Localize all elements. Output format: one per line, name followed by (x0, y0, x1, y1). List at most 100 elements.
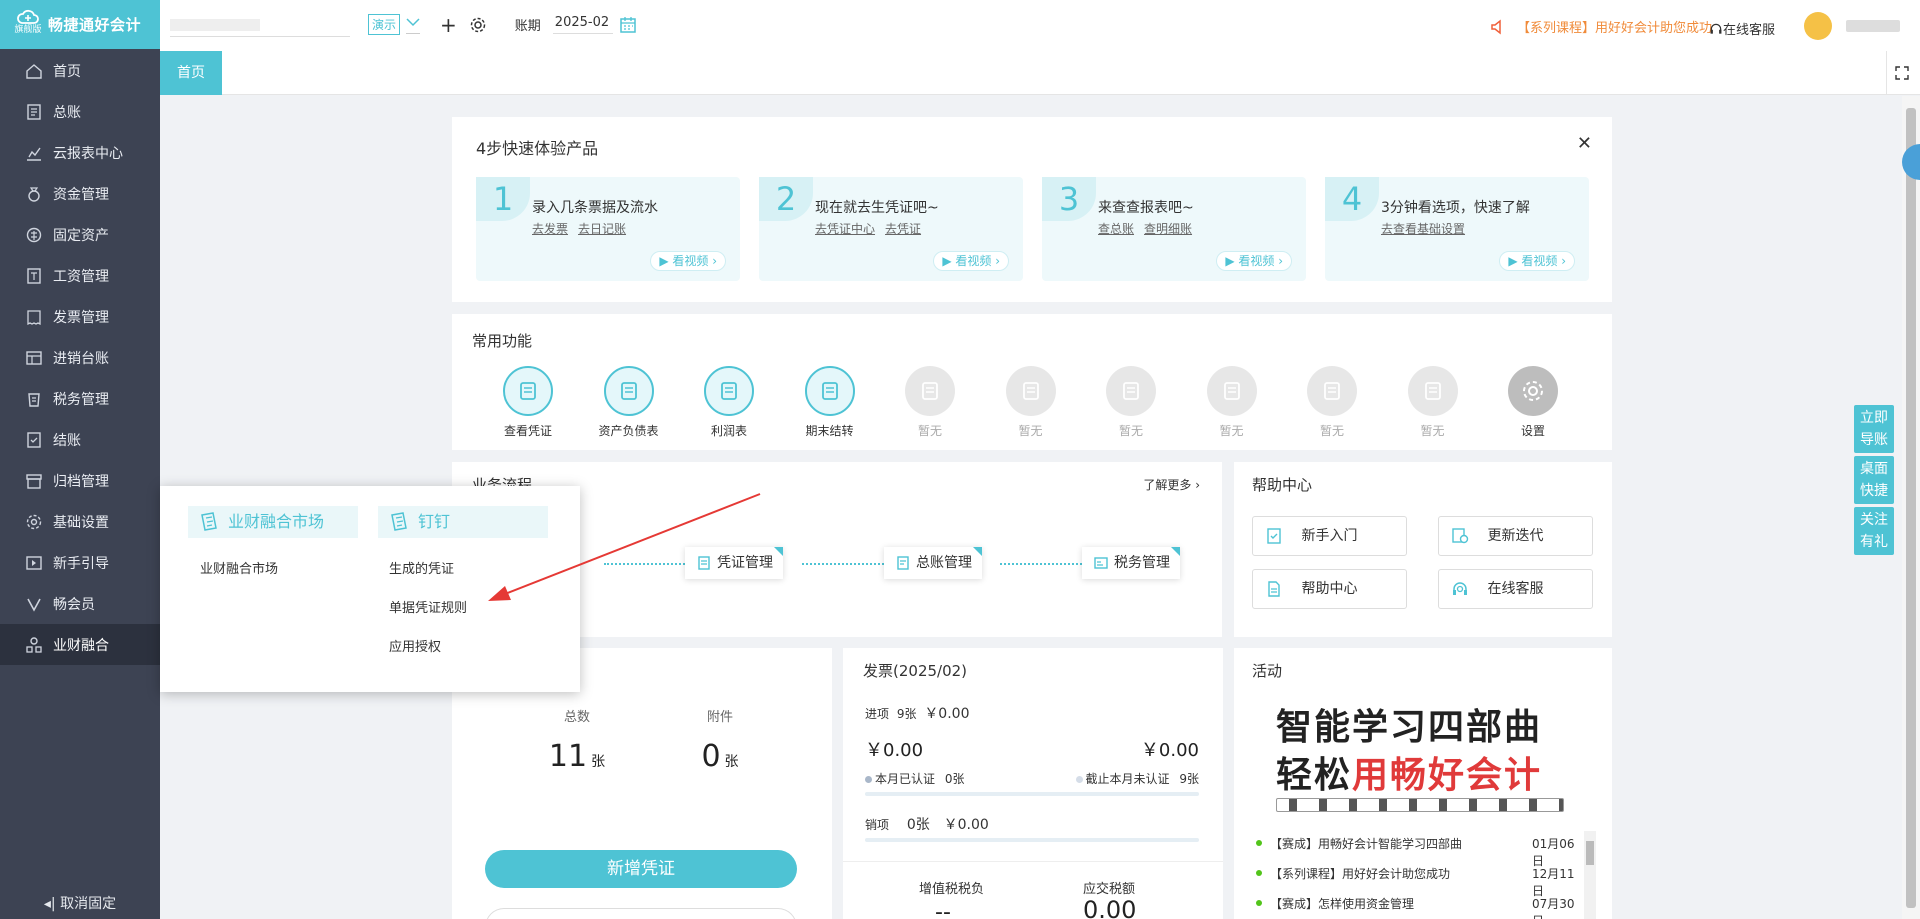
gear-icon[interactable] (469, 16, 487, 34)
new-voucher-button[interactable]: 新增凭证 (485, 850, 797, 888)
watch-video-button[interactable]: ▶ 看视频 › (933, 251, 1009, 271)
sidebar-item[interactable]: 结账 (0, 419, 160, 460)
attachments-value[interactable]: 0 (701, 739, 720, 774)
popup-item-voucher-rules[interactable]: 单据凭证规则 (389, 597, 467, 616)
step-link[interactable]: 查总账 (1098, 222, 1134, 236)
input-invoice-row[interactable]: 进项 9张 ￥0.00 (865, 703, 969, 723)
learn-more-link[interactable]: 了解更多 › (1143, 476, 1200, 493)
updates-button[interactable]: 更新迭代 (1438, 516, 1593, 556)
notice-text[interactable]: 【系列课程】用好好会计助您成功 (1517, 17, 1712, 36)
sidebar-item[interactable]: 进销台账 (0, 337, 160, 378)
activity-banner[interactable]: 智能学习四部曲 轻松用畅好会计 (1266, 694, 1566, 812)
popup-item-market[interactable]: 业财融合市场 (200, 558, 278, 577)
sidebar-item[interactable]: 总账 (0, 91, 160, 132)
common-functions-title: 常用功能 (472, 332, 533, 350)
logo[interactable]: 旗舰版 畅捷通好会计 (0, 0, 160, 49)
step-link[interactable]: 去日记账 (578, 222, 626, 236)
activity-title: 活动 (1252, 662, 1283, 680)
demo-badge[interactable]: 演示 (368, 14, 401, 35)
sidebar-item[interactable]: 资金管理 (0, 173, 160, 214)
learn-more-label: 了解更多 (1143, 478, 1192, 492)
notice-bar[interactable]: 【系列课程】用好好会计助您成功 (1489, 17, 1712, 36)
sidebar-item[interactable]: 归档管理 (0, 460, 160, 501)
period-label: 账期 (514, 19, 541, 34)
integration-icon (25, 636, 43, 654)
process-node-ledger[interactable]: 总账管理 (884, 547, 982, 579)
process-node-tax[interactable]: 税务管理 (1082, 547, 1180, 579)
online-service-button[interactable]: 在线客服 (1709, 19, 1775, 38)
sidebar-item[interactable]: 云报表中心 (0, 132, 160, 173)
fullscreen-icon[interactable] (1886, 51, 1916, 95)
uncertified-amount: ￥0.00 (1140, 740, 1199, 761)
clipboard-check-icon (1265, 527, 1283, 545)
calendar-icon[interactable] (619, 16, 637, 34)
sidebar-item[interactable]: 新手引导 (0, 542, 160, 583)
sidebar-item[interactable]: 工资管理 (0, 255, 160, 296)
function-shortcut[interactable]: 暂无 (1282, 366, 1382, 439)
floating-button[interactable]: 关注有礼 (1854, 507, 1894, 555)
watch-video-button[interactable]: ▶ 看视频 › (1499, 251, 1575, 271)
quick-start-card: 4步快速体验产品 ✕ 1 录入几条票据及流水 去发票 去日记账 ▶ 看视频 › 2 现在就去… (452, 117, 1612, 302)
tab-home[interactable]: 首页 (160, 51, 222, 95)
sidebar-item[interactable]: 首页 (0, 50, 160, 91)
activity-scrollbar[interactable] (1584, 831, 1596, 919)
watch-video-button[interactable]: ▶ 看视频 › (650, 251, 726, 271)
function-shortcut[interactable]: 暂无 (1383, 366, 1483, 439)
beginner-button[interactable]: 新手入门 (1252, 516, 1407, 556)
sidebar-item[interactable]: 固定资产 (0, 214, 160, 255)
sidebar-item-label: 畅会员 (53, 596, 95, 613)
popup-item-app-auth[interactable]: 应用授权 (389, 636, 441, 655)
sidebar-item[interactable]: 税务管理 (0, 378, 160, 419)
step-link[interactable]: 去查看基础设置 (1381, 222, 1465, 236)
app-name: 畅捷通好会计 (48, 16, 142, 34)
unpin-button[interactable]: ◂| 取消固定 (0, 893, 160, 913)
add-icon[interactable]: + (440, 13, 457, 37)
function-shortcut[interactable]: 设置 (1483, 366, 1583, 439)
function-shortcut[interactable]: 资产负债表 (579, 366, 679, 439)
period-input[interactable]: 2025-02 (552, 15, 614, 34)
banner-line-2a: 轻松 (1276, 754, 1353, 796)
activity-item[interactable]: 【赛成】用畅好会计智能学习四部曲 01月06日 (1256, 835, 1586, 869)
function-shortcut[interactable]: 暂无 (880, 366, 980, 439)
step-link[interactable]: 去凭证 (885, 222, 921, 236)
popup-item-generated-voucher[interactable]: 生成的凭证 (389, 558, 454, 577)
avatar[interactable] (1804, 12, 1832, 40)
watch-video-button[interactable]: ▶ 看视频 › (1216, 251, 1292, 271)
online-service-help-button[interactable]: 在线客服 (1438, 569, 1593, 609)
function-shortcut[interactable]: 暂无 (1081, 366, 1181, 439)
function-shortcut[interactable]: 暂无 (981, 366, 1081, 439)
function-icon (804, 366, 855, 416)
function-shortcut[interactable]: 利润表 (679, 366, 779, 439)
step-link[interactable]: 查明细账 (1144, 222, 1192, 236)
unpin-label: 取消固定 (60, 896, 117, 912)
voucher-total-value[interactable]: 11 (549, 739, 587, 774)
user-name[interactable] (1846, 20, 1900, 32)
sidebar-item[interactable]: 发票管理 (0, 296, 160, 337)
sidebar-item[interactable]: 基础设置 (0, 501, 160, 542)
function-shortcut[interactable]: 查看凭证 (478, 366, 578, 439)
function-shortcut[interactable]: 暂无 (1182, 366, 1282, 439)
chevron-down-icon[interactable] (406, 16, 421, 34)
banner-line-1: 智能学习四部曲 (1276, 706, 1543, 748)
function-shortcut[interactable]: 期末结转 (780, 366, 880, 439)
process-node-voucher[interactable]: 凭证管理 (685, 547, 783, 579)
uncertified-value: 9张 (1179, 772, 1199, 786)
function-icon (1005, 366, 1056, 416)
sidebar-item-label: 总账 (53, 104, 81, 121)
sidebar-item[interactable]: 畅会员 (0, 583, 160, 624)
close-icon[interactable]: ✕ (1577, 133, 1592, 154)
tax-icon (1094, 556, 1108, 570)
floating-button[interactable]: 立即导账 (1854, 405, 1894, 453)
activity-item[interactable]: 【赛成】怎样使用资金管理 07月30日 (1256, 895, 1586, 919)
company-selector[interactable] (170, 12, 350, 37)
page-scrollbar[interactable] (1902, 96, 1920, 919)
step-number: 1 (476, 177, 530, 221)
help-center-button[interactable]: 帮助中心 (1252, 569, 1407, 609)
activity-item[interactable]: 【系列课程】用好好会计助您成功 12月11日 (1256, 865, 1586, 899)
floating-button[interactable]: 桌面快捷 (1854, 456, 1894, 504)
step-link[interactable]: 去发票 (532, 222, 568, 236)
secondary-button[interactable] (485, 908, 797, 919)
output-invoice-row[interactable]: 销项 0张 ￥0.00 (865, 814, 989, 834)
step-link[interactable]: 去凭证中心 (815, 222, 875, 236)
sidebar-item[interactable]: 业财融合 (0, 624, 160, 665)
